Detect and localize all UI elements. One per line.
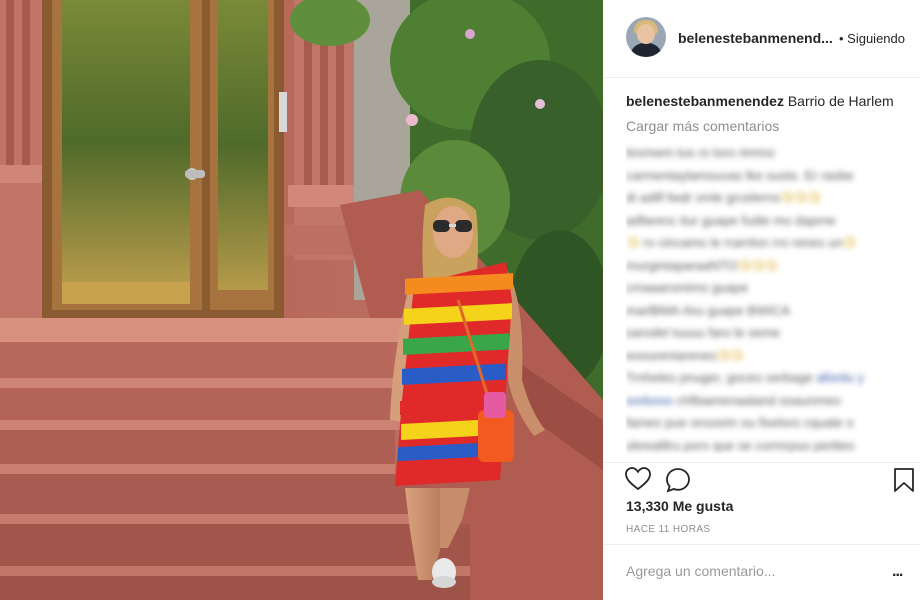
post-header: belenestebanmenend... • Siguiendo [603,0,920,78]
blurred-comment-part: adfarenc tiur guape fudie mo daprne [626,212,836,228]
post-caption: belenestebanmenendez Barrio de Harlem [626,92,916,110]
blurred-comments: lesmwm tus ro loro rimmo carmentaylamouva… [626,142,916,454]
blurred-comment-part: marlBMA rlou guape BWICA [626,302,791,318]
blurred-comment-part: lesmwm tus ro loro rimmo [626,145,775,160]
post-timestamp[interactable]: HACE 11 HORAS [626,524,710,535]
blurred-comment-part: 😘 [626,235,640,250]
caption-text: Barrio de Harlem [787,93,894,109]
blurred-comment-line: marlBMA rlou guape BWICA [626,300,916,323]
post-side-panel: belenestebanmenend... • Siguiendo belene… [603,0,920,600]
blurred-comment-part: carmentaylamouvas lke ousts. Er rasbe [626,167,854,183]
blurred-comment-line: 😘 ro cincamo le rrarnlon rro renes un😘 [626,232,916,255]
blurred-comment-line: sarodel tuuuu faro le seme [626,322,916,345]
blurred-comment-part: chfbiamenaaland ooaunmeo [672,392,841,408]
blurred-comment-part: eooureniarenes [626,347,717,363]
load-more-comments-link[interactable]: Cargar más comentarios [626,118,916,134]
caption-username[interactable]: belenestebanmenendez [626,93,784,109]
blurred-comment-part: Trnheles pnuger, goceo serbage [626,370,817,385]
post-photo[interactable] [0,0,603,600]
add-comment-bar: ... [603,544,920,600]
comment-input[interactable] [626,563,876,579]
following-status[interactable]: • Siguiendo [839,31,905,46]
blurred-comment-part: di adifl fwdr vmle grcelerns [626,190,780,205]
blurred-comment-line: carmentaylamouvas lke ousts. Er rasbe [626,165,916,188]
blurred-comment-line: murgintaparaaNTO😘😘😘 [626,255,916,278]
avatar[interactable] [626,17,666,57]
blurred-comment-part: cmaaaromimo guape [626,280,749,295]
blurred-comment-part: 😘 [842,235,857,250]
blurred-comment-part: ro cincamo le rrarnlon rro renes un [639,235,843,250]
comment-icon[interactable] [665,467,691,498]
blurred-comment-part: obrealtlru pors que se cormrpuo pertteo [626,437,855,453]
post-photo-scene [0,0,603,600]
likes-count[interactable]: 13,330 Me gusta [626,498,733,514]
blurred-comment-part: 😘😘😘 [779,190,821,205]
header-username[interactable]: belenestebanmenend... [678,30,833,46]
blurred-comment-part: sarodel tuuuu faro le seme [626,325,780,340]
blurred-comment-line: sorbooo chfbiamenaaland ooaunmeo [626,390,916,413]
bookmark-icon[interactable] [893,467,915,498]
more-options-icon[interactable]: ... [892,564,903,580]
blurred-comment-line: obrealtlru pors que se cormrpuo pertteo [626,435,916,455]
blurred-comment-part: 😘😘 [716,347,744,363]
blurred-comment-line: di adifl fwdr vmle grcelerns😘😘😘 [626,187,916,210]
blurred-comment-part: fames pue oroosrin ou fiselors cquate o [626,415,854,430]
blurred-comment-line: adfarenc tiur guape fudie mo daprne [626,210,916,233]
comments-list: belenestebanmenendez Barrio de Harlem Ca… [626,92,916,454]
blurred-comment-part: sorbooo [626,392,673,408]
blurred-comment-part: 😘😘😘 [737,257,778,273]
blurred-comment-line: cmaaaromimo guape [626,277,916,300]
heart-icon[interactable] [625,467,651,496]
blurred-comment-line: eooureniarenes😘😘 [626,345,916,368]
blurred-comment-part: murgintaparaaNTO [626,257,738,273]
blurred-comment-line: lesmwm tus ro loro rimmo [626,142,916,165]
post-actions-bar [603,462,920,496]
blurred-comment-line: Trnheles pnuger, goceo serbage allonlu y [626,367,916,390]
blurred-comment-part: allonlu y [816,370,865,385]
blurred-comment-line: fames pue oroosrin ou fiselors cquate o [626,412,916,435]
